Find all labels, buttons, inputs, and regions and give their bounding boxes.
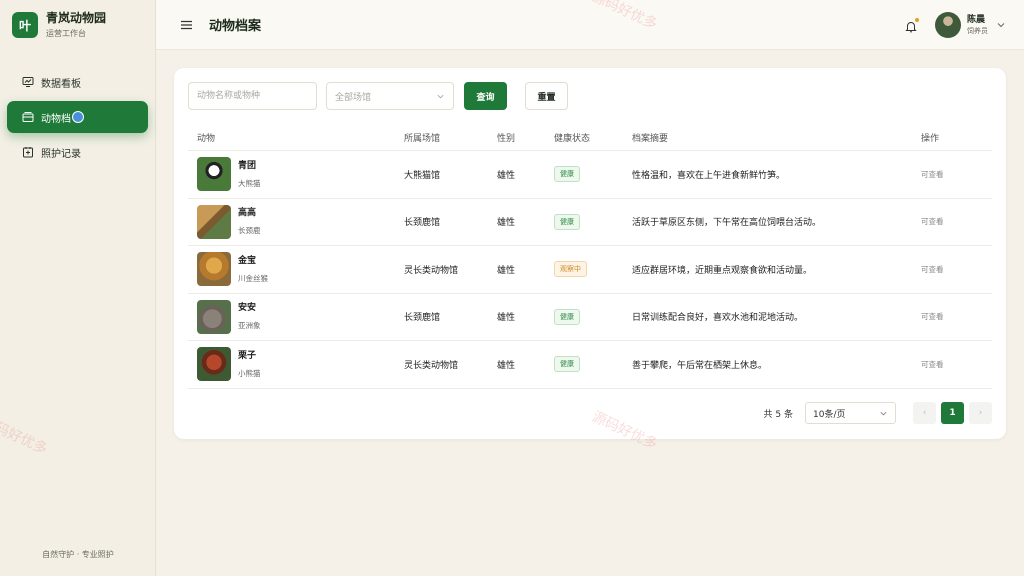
animal-summary: 活跃于草原区东侧，下午常在高位饲喂台活动。 [632,218,822,229]
animal-photo-giraffe [197,204,231,239]
prev-page-button[interactable]: ‹ [913,402,936,424]
sidebar-item-label: 数据看板 [41,78,81,90]
column-header-summary: 档案摘要 [632,133,669,144]
animal-species: 长颈鹿 [238,226,261,236]
table-row: 青团大熊猫 大熊猫馆 雄性 健康 性格温和，喜欢在上午进食新鲜竹笋。 可查看 [188,151,992,199]
sidebar: 叶 青岚动物园 运营工作台 数据看板 动物档 照护记录 自然守护 · 专业照护 [0,0,156,576]
venue-select[interactable]: 全部场馆 [326,82,454,110]
reset-button[interactable]: 重置 [525,82,568,110]
sidebar-item-label: 动物档 [41,113,71,125]
sidebar-item-label: 照护记录 [41,148,81,160]
cursor-indicator [72,111,84,123]
venue-select-value: 全部场馆 [335,92,372,103]
care-record-icon [22,146,34,158]
brand-subtitle: 运营工作台 [46,29,86,38]
view-action[interactable]: 可查看 [921,265,944,274]
animal-species: 小熊猫 [238,368,261,378]
bell-icon [905,22,917,33]
view-action[interactable]: 可查看 [921,360,944,369]
animal-gender: 雄性 [497,170,516,181]
pagination: 共 5 条 10条/页 ‹ 1 › [764,402,992,424]
sidebar-nav: 数据看板 动物档 照护记录 [0,66,155,168]
table-row: 栗子小熊猫 灵长类动物馆 雄性 健康 善于攀爬，午后常在栖架上休息。 可查看 [188,341,992,389]
page-size-value: 10条/页 [813,409,846,420]
animal-name: 金宝 [238,255,257,266]
top-header: 动物档案 陈晨 饲养员 [156,0,1024,50]
sidebar-footer: 自然守护 · 专业照护 [42,550,114,559]
query-button[interactable]: 查询 [464,82,507,110]
animal-species: 川金丝猴 [238,273,268,283]
sidebar-item-dashboard[interactable]: 数据看板 [7,66,148,98]
animal-gender: 雄性 [497,265,516,276]
search-input[interactable] [188,82,317,110]
column-header-action: 操作 [921,133,940,144]
animal-species: 亚洲象 [238,321,261,331]
animal-summary: 善于攀爬，午后常在栖架上休息。 [632,360,768,371]
table-header: 动物 所属场馆 性别 健康状态 档案摘要 操作 [188,124,992,151]
chevron-down-icon [880,411,887,415]
animal-name: 青团 [238,160,257,171]
table-row: 安安亚洲象 长颈鹿馆 雄性 健康 日常训练配合良好，喜欢水池和泥地活动。 可查看 [188,294,992,341]
animal-photo-elephant [197,299,231,334]
brand-logo: 叶 [12,12,38,38]
page-button-1[interactable]: 1 [941,402,964,424]
animal-photo-panda [197,157,231,192]
animal-venue: 灵长类动物馆 [404,360,459,371]
status-badge: 健康 [554,356,580,373]
animal-summary: 日常训练配合良好，喜欢水池和泥地活动。 [632,313,804,324]
page-size-select[interactable]: 10条/页 [805,402,896,424]
animal-summary: 适应群居环境，近期重点观察食欲和活动量。 [632,265,813,276]
next-page-button[interactable]: › [969,402,992,424]
user-name: 陈晨 [967,14,986,25]
view-action[interactable]: 可查看 [921,312,944,321]
animal-name: 安安 [238,303,257,314]
animal-photo-red-panda [197,347,231,382]
sidebar-item-animal-archive[interactable]: 动物档 [7,101,148,133]
table-row: 高高长颈鹿 长颈鹿馆 雄性 健康 活跃于草原区东侧，下午常在高位饲喂台活动。 可… [188,199,992,246]
animal-gender: 雄性 [497,218,516,229]
view-action[interactable]: 可查看 [921,217,944,226]
animal-photo-golden-monkey [197,252,231,287]
animal-archive-card: 全部场馆 查询 重置 动物 所属场馆 性别 健康状态 档案摘要 操作 青团大熊猫… [174,68,1006,439]
animal-venue: 长颈鹿馆 [404,218,441,229]
chevron-down-icon [437,94,444,98]
animal-venue: 长颈鹿馆 [404,313,441,324]
view-action[interactable]: 可查看 [921,170,944,179]
sidebar-item-care-records[interactable]: 照护记录 [7,136,148,168]
brand-name: 青岚动物园 [46,11,107,25]
menu-toggle-button[interactable] [181,18,195,32]
chevron-down-icon [997,23,1005,28]
notification-button[interactable] [905,18,919,33]
user-menu[interactable]: 陈晨 饲养员 [935,12,1006,38]
column-header-gender: 性别 [497,133,516,144]
animal-species: 大熊猫 [238,178,261,188]
animal-summary: 性格温和，喜欢在上午进食新鲜竹笋。 [632,170,786,181]
brand: 叶 青岚动物园 运营工作台 [0,0,155,50]
column-header-venue: 所属场馆 [404,133,441,144]
user-role: 饲养员 [967,26,988,35]
status-badge: 健康 [554,308,580,325]
animal-venue: 大熊猫馆 [404,170,441,181]
status-badge: 健康 [554,213,580,230]
column-header-health: 健康状态 [554,133,591,144]
animal-gender: 雄性 [497,313,516,324]
column-header-animal: 动物 [197,133,216,144]
filter-bar: 全部场馆 查询 重置 [188,82,568,110]
total-count: 共 5 条 [763,409,793,420]
hamburger-icon [181,20,192,29]
animal-venue: 灵长类动物馆 [404,265,459,276]
animal-gender: 雄性 [497,360,516,371]
animal-table: 动物 所属场馆 性别 健康状态 档案摘要 操作 青团大熊猫 大熊猫馆 雄性 健康… [188,124,992,389]
archive-icon [22,111,34,123]
notification-dot [915,18,919,22]
page-title: 动物档案 [209,19,262,34]
avatar [935,12,961,38]
animal-name: 栗子 [238,350,257,361]
dashboard-icon [22,76,34,88]
status-badge: 健康 [554,166,580,183]
status-badge: 观察中 [554,261,587,278]
animal-name: 高高 [238,208,257,219]
table-row: 金宝川金丝猴 灵长类动物馆 雄性 观察中 适应群居环境，近期重点观察食欲和活动量… [188,246,992,294]
